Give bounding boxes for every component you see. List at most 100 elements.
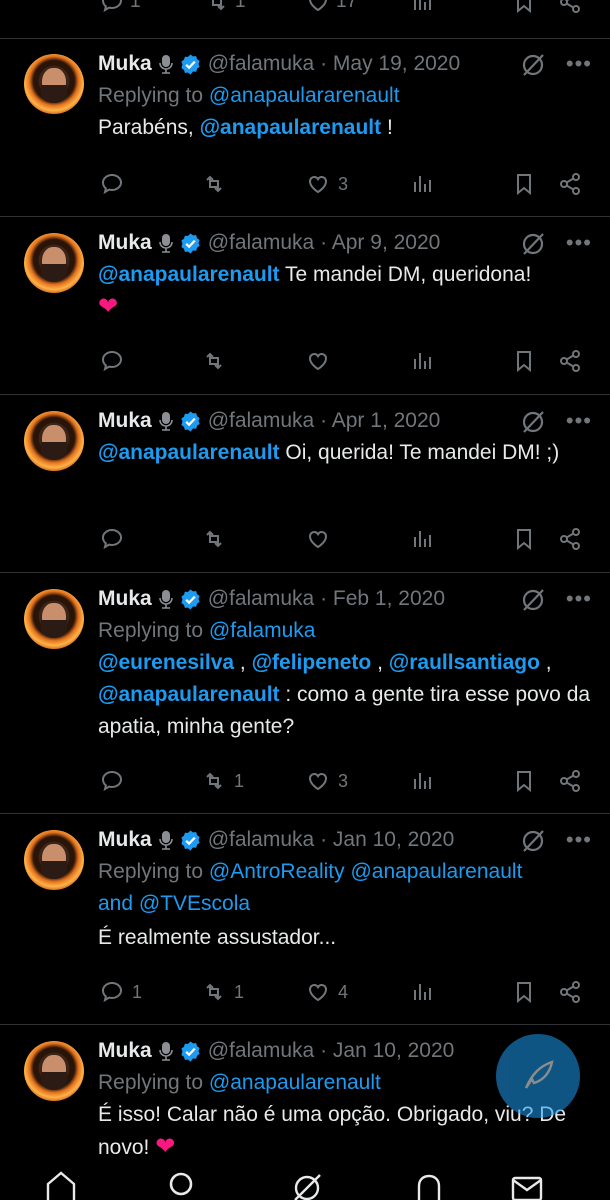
- avatar[interactable]: [24, 233, 84, 293]
- reply-button[interactable]: 1: [100, 976, 142, 1008]
- retweet-button[interactable]: [202, 345, 226, 377]
- mention-link[interactable]: @anapaularenault: [98, 441, 280, 464]
- reply-button[interactable]: 1: [100, 0, 141, 16]
- like-button[interactable]: 4: [306, 976, 348, 1008]
- views-button[interactable]: [410, 976, 434, 1008]
- avatar[interactable]: [24, 830, 84, 890]
- replying-mention[interactable]: @anapaularenault: [209, 1071, 381, 1094]
- author-handle[interactable]: @falamuka: [208, 409, 315, 432]
- replying-mention[interactable]: @TVEscola: [139, 892, 250, 915]
- author-handle[interactable]: @falamuka: [208, 231, 315, 254]
- replying-mention[interactable]: @anapaularenault: [350, 860, 522, 883]
- grok-icon[interactable]: [520, 409, 546, 435]
- grok-icon[interactable]: [520, 828, 546, 854]
- share-button[interactable]: [558, 345, 582, 377]
- reply-button[interactable]: [100, 168, 132, 200]
- author-name[interactable]: Muka: [98, 587, 152, 611]
- like-button[interactable]: 17: [306, 0, 357, 16]
- tweet-date[interactable]: Jan 10, 2020: [333, 1039, 454, 1062]
- views-button[interactable]: [410, 523, 434, 555]
- replying-mention[interactable]: @anapaulararenault: [209, 84, 400, 107]
- bookmark-button[interactable]: [512, 765, 536, 797]
- bookmark-button[interactable]: [512, 976, 536, 1008]
- more-options-button[interactable]: •••: [566, 588, 592, 610]
- more-options-button[interactable]: •••: [566, 232, 592, 254]
- tweet-date[interactable]: May 19, 2020: [333, 52, 460, 75]
- tweet[interactable]: Muka @falamuka · May 19, 2020 ••• Replyi…: [0, 38, 610, 217]
- avatar[interactable]: [24, 1041, 84, 1101]
- bookmark-button[interactable]: [512, 168, 536, 200]
- views-button[interactable]: [410, 765, 434, 797]
- author-handle[interactable]: @falamuka: [208, 587, 315, 610]
- author-name[interactable]: Muka: [98, 52, 152, 76]
- meta-separator: ·: [320, 1039, 328, 1062]
- reply-button[interactable]: [100, 523, 124, 555]
- share-button[interactable]: [558, 0, 582, 16]
- like-button[interactable]: [306, 523, 330, 555]
- retweet-button[interactable]: 1: [205, 0, 246, 16]
- avatar[interactable]: [24, 589, 84, 649]
- views-button[interactable]: [410, 168, 434, 200]
- retweet-button[interactable]: [202, 168, 234, 200]
- mention-link[interactable]: @anapaularenault: [98, 263, 280, 286]
- tweet[interactable]: Muka @falamuka · Apr 9, 2020 ••• @anapau…: [0, 217, 610, 395]
- meta-separator: ·: [320, 409, 328, 432]
- author-name[interactable]: Muka: [98, 828, 152, 852]
- like-icon: [309, 0, 327, 12]
- replying-mention[interactable]: @falamuka: [209, 619, 316, 642]
- messages-icon[interactable]: [510, 1170, 544, 1200]
- mention-link[interactable]: @felipeneto: [252, 651, 372, 674]
- tweet-date[interactable]: Feb 1, 2020: [333, 587, 445, 610]
- like-button[interactable]: [306, 345, 330, 377]
- retweet-button[interactable]: 1: [202, 976, 244, 1008]
- retweet-button[interactable]: [202, 523, 226, 555]
- reply-button[interactable]: [100, 765, 124, 797]
- grok-icon[interactable]: [520, 231, 546, 257]
- author-name[interactable]: Muka: [98, 409, 152, 433]
- more-options-button[interactable]: •••: [566, 53, 592, 75]
- author-handle[interactable]: @falamuka: [208, 828, 315, 851]
- meta-separator: ·: [320, 231, 328, 254]
- tweet-date[interactable]: Jan 10, 2020: [333, 828, 454, 851]
- grok-icon[interactable]: [520, 587, 546, 613]
- tweet[interactable]: Muka @falamuka · Feb 1, 2020 ••• Replyin…: [0, 573, 610, 814]
- notifications-icon[interactable]: [412, 1170, 446, 1200]
- bookmark-button[interactable]: [512, 523, 536, 555]
- grok-icon[interactable]: [520, 52, 546, 78]
- text-part: !: [381, 116, 393, 139]
- grok-icon[interactable]: [290, 1170, 324, 1200]
- tweet-date[interactable]: Apr 1, 2020: [332, 409, 441, 432]
- mention-link[interactable]: @anapaularenault: [200, 116, 382, 139]
- share-button[interactable]: [558, 523, 582, 555]
- avatar[interactable]: [24, 54, 84, 114]
- author-handle[interactable]: @falamuka: [208, 52, 315, 75]
- tweet-date[interactable]: Apr 9, 2020: [332, 231, 441, 254]
- author-handle[interactable]: @falamuka: [208, 1039, 315, 1062]
- like-button[interactable]: 3: [306, 168, 348, 200]
- more-options-button[interactable]: •••: [566, 829, 592, 851]
- mention-link[interactable]: @anapaularenault: [98, 683, 280, 706]
- bookmark-button[interactable]: [512, 345, 536, 377]
- reply-icon: [101, 528, 123, 550]
- views-button[interactable]: [410, 0, 434, 16]
- home-icon[interactable]: [44, 1170, 78, 1200]
- reply-button[interactable]: [100, 345, 124, 377]
- compose-button[interactable]: [496, 1034, 580, 1118]
- share-button[interactable]: [558, 976, 582, 1008]
- tweet[interactable]: Muka @falamuka · Jan 10, 2020 ••• Replyi…: [0, 814, 610, 1025]
- views-button[interactable]: [410, 345, 434, 377]
- bookmark-button[interactable]: [512, 0, 536, 16]
- more-options-button[interactable]: •••: [566, 410, 592, 432]
- mention-link[interactable]: @raullsantiago: [389, 651, 540, 674]
- share-button[interactable]: [558, 765, 582, 797]
- retweet-button[interactable]: 1: [202, 765, 244, 797]
- author-name[interactable]: Muka: [98, 1039, 152, 1063]
- replying-mention[interactable]: @AntroReality: [209, 860, 345, 883]
- like-button[interactable]: 3: [306, 765, 348, 797]
- avatar[interactable]: [24, 411, 84, 471]
- mention-link[interactable]: @eurenesilva: [98, 651, 234, 674]
- search-icon[interactable]: [166, 1170, 200, 1200]
- share-button[interactable]: [558, 168, 582, 200]
- author-name[interactable]: Muka: [98, 231, 152, 255]
- tweet[interactable]: Muka @falamuka · Apr 1, 2020 ••• @anapau…: [0, 395, 610, 573]
